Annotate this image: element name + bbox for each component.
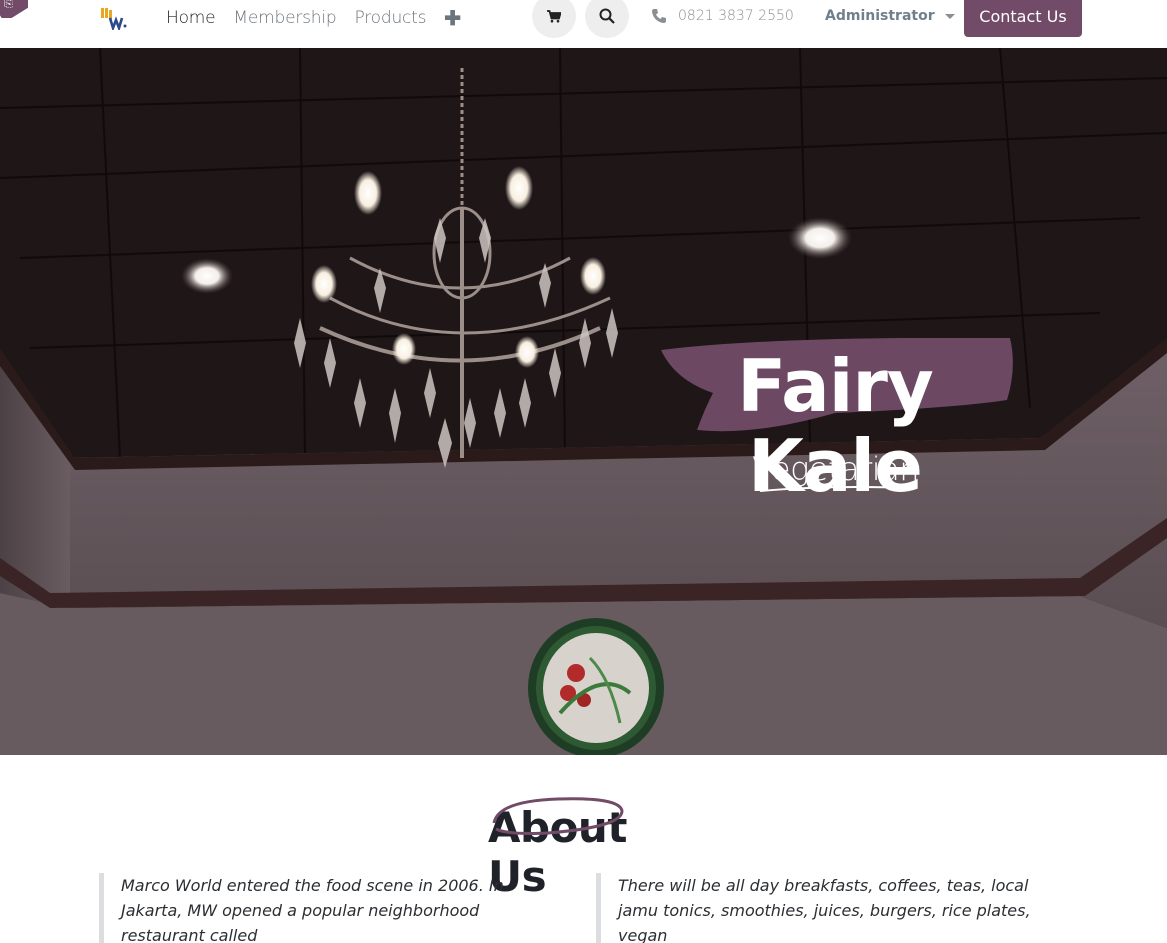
nav-home[interactable]: Home (166, 8, 216, 28)
search-button[interactable] (585, 0, 629, 38)
subtitle-underline (759, 486, 911, 492)
user-menu-dropdown[interactable]: Administrator (825, 8, 955, 24)
nav-products[interactable]: Products (354, 8, 426, 28)
site-header: ⎘ Home Membership Products ✚ 0821 3837 2… (0, 0, 1167, 48)
user-menu-label: Administrator (825, 8, 935, 24)
about-text-right: There will be all day breakfasts, coffee… (596, 873, 1036, 943)
about-section: About Us Marco World entered the food sc… (0, 755, 1167, 943)
about-text-left: Marco World entered the food scene in 20… (99, 873, 539, 943)
site-logo[interactable] (100, 6, 128, 30)
phone-number[interactable]: 0821 3837 2550 (678, 8, 794, 24)
search-icon (599, 8, 615, 24)
about-title-group: About Us (488, 795, 683, 901)
edit-icon: ⎘ (4, 0, 13, 10)
cart-button[interactable] (532, 0, 576, 38)
phone-icon (652, 9, 666, 23)
nav-membership[interactable]: Membership (233, 8, 336, 28)
edit-corner-tab[interactable]: ⎘ (0, 0, 28, 18)
contact-us-button[interactable]: Contact Us (964, 0, 1082, 37)
hero-title-group: Fairy Kale (655, 338, 1015, 506)
highlight-circle-shape (492, 797, 624, 835)
chevron-down-icon (944, 13, 955, 19)
cart-icon (547, 9, 561, 22)
hero-banner: Fairy Kale Vegetarian (0, 48, 1167, 755)
plus-icon[interactable]: ✚ (444, 6, 461, 31)
wall-plate (528, 618, 664, 755)
main-nav: Home Membership Products ✚ (166, 6, 461, 30)
